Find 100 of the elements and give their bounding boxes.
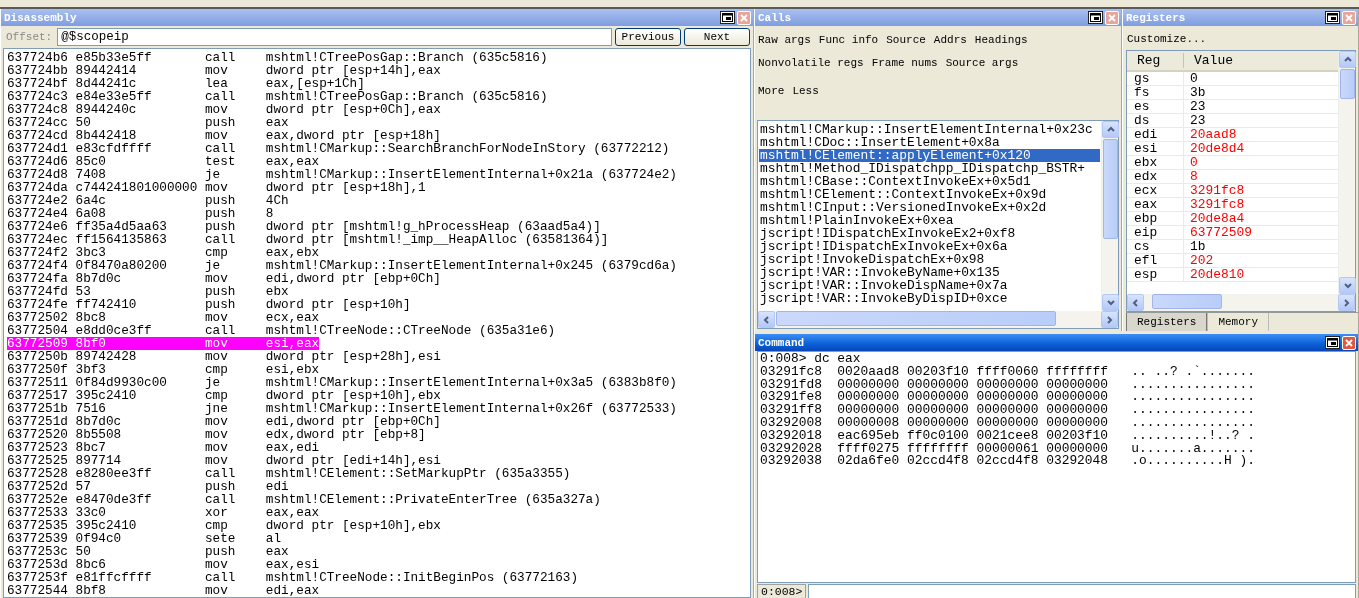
- disassembly-row[interactable]: 63772504 e8dd0ce3ff call mshtml!CTreeNode::CTreeNode (635a31e6): [7, 324, 556, 337]
- disassembly-row[interactable]: 63772533 33c0 xor eax,eax: [7, 506, 320, 519]
- disassembly-row[interactable]: 637724fe ff742410 push dword ptr [esp+10h]: [7, 298, 411, 311]
- offset-field[interactable]: @$scopeip: [57, 28, 612, 46]
- option-link[interactable]: More: [758, 85, 785, 97]
- dock-button[interactable]: [1325, 11, 1340, 24]
- disassembly-row[interactable]: 6377253f e81ffcffff call mshtml!CTreeNode::InitBeginPos (63772163): [7, 571, 578, 584]
- dock-button[interactable]: [720, 11, 735, 24]
- option-link[interactable]: Frame nums: [871, 57, 938, 69]
- bytes-cell-text: 8944240c: [75, 103, 138, 116]
- bytes-cell-text: 8b7d0c: [75, 415, 123, 428]
- disassembly-row[interactable]: 637724c3 e84e33e5ff call mshtml!CTreePosGap::Branch (635c5816): [7, 90, 548, 103]
- stack-frame[interactable]: jscript!VAR::InvokeByName+0x135: [759, 266, 1100, 279]
- disassembly-row[interactable]: 6377251b 7516 jne mshtml!CMarkup::InsertElementInternal+0x26f (63772533): [7, 402, 677, 415]
- stack-frame[interactable]: mshtml!CMarkup::InsertElementInternal+0x23c: [759, 123, 1100, 136]
- disassembly-row[interactable]: 637724bf 8d44241c lea eax,[esp+1Ch]: [7, 77, 365, 90]
- option-link[interactable]: Raw args: [758, 34, 811, 46]
- disassembly-row[interactable]: 637724b6 e85b33e5ff call mshtml!CTreePosGap::Branch (635c5816): [7, 51, 548, 64]
- stack-frame[interactable]: mshtml!Method_IDispatchpp_IDispatchp_BSTR+: [759, 162, 1100, 175]
- address-cell-text: 637724f2: [7, 246, 69, 259]
- dock-button[interactable]: [1088, 11, 1103, 24]
- close-button[interactable]: [1342, 335, 1356, 350]
- disassembly-row[interactable]: 637724d8 7408 je mshtml!CMarkup::InsertElementInternal+0x21a (637724e2): [7, 168, 677, 181]
- stack-frame[interactable]: mshtml!PlainInvokeEx+0xea: [759, 214, 1100, 227]
- disassembly-row[interactable]: 63772502 8bc8 mov ecx,eax: [7, 311, 320, 324]
- disassembly-row[interactable]: 6377253d 8bc6 mov eax,esi: [7, 558, 320, 571]
- disassembly-row[interactable]: 637724fd 53 push ebx: [7, 285, 289, 298]
- disassembly-row[interactable]: 63772528 e8280ee3ff call mshtml!CElement::SetMarkupPtr (635a3355): [7, 467, 571, 480]
- disassembly-row[interactable]: 63772511 0f84d9930c00 je mshtml!CMarkup::InsertElementInternal+0x3a5 (6383b8f0): [7, 376, 677, 389]
- disassembly-row[interactable]: 63772539 0f94c0 sete al: [7, 532, 282, 545]
- disassembly-row[interactable]: 637724f4 0f8470a80200 je mshtml!CMarkup::InsertElementInternal+0x245 (6379cd6a): [7, 259, 677, 272]
- scroll-thumb[interactable]: [1340, 69, 1355, 99]
- option-link[interactable]: Source args: [945, 57, 1019, 69]
- stack-frame[interactable]: jscript!VAR::InvokeDispName+0x7a: [759, 279, 1100, 292]
- disassembly-row[interactable]: 637724e6 ff35a4d5aa63 push dword ptr [mshtml!g_hProcessHeap (63aad5a4)]: [7, 220, 601, 233]
- bytes-cell-text: 6a4c: [75, 194, 107, 207]
- address-cell-text: 637724d8: [7, 168, 69, 181]
- customize-link[interactable]: Customize...: [1123, 26, 1211, 50]
- disassembly-row[interactable]: 63772517 395c2410 cmp dword ptr [esp+10h],ebx: [7, 389, 441, 402]
- address-cell-text: 6377253f: [7, 571, 69, 584]
- stack-frame[interactable]: jscript!IDispatchExInvokeEx2+0xf8: [759, 227, 1100, 240]
- disassembly-row[interactable]: 637724cd 8b442418 mov eax,dword ptr [esp+18h]: [7, 129, 441, 142]
- disassembly-row[interactable]: 637724c8 8944240c mov dword ptr [esp+0Ch],eax: [7, 103, 441, 116]
- column-header[interactable]: Value: [1184, 53, 1233, 68]
- disassembly-row[interactable]: 637724d6 85c0 test eax,eax: [7, 155, 320, 168]
- stack-frame[interactable]: jscript!IDispatchExInvokeEx+0x6a: [759, 240, 1100, 253]
- disassembly-row[interactable]: 637724d1 e83cfdffff call mshtml!CMarkup::SearchBranchForNodeInStory (63772212): [7, 142, 670, 155]
- stack-frame[interactable]: jscript!VAR::InvokeByDispID+0xce: [759, 292, 1100, 305]
- nav-button[interactable]: Previous: [615, 28, 681, 46]
- nav-button[interactable]: Next: [684, 28, 750, 46]
- disassembly-row[interactable]: 63772520 8b5508 mov edx,dword ptr [ebp+8]: [7, 428, 426, 441]
- disassembly-row[interactable]: 637724ec ff1564135863 call dword ptr [mshtml!_imp__HeapAlloc (63581364)]: [7, 233, 609, 246]
- dock-button[interactable]: [1325, 336, 1340, 349]
- option-link[interactable]: Func info: [818, 34, 879, 46]
- stack-frame[interactable]: mshtml!CDoc::InsertElement+0x8a: [759, 136, 1100, 149]
- disassembly-row[interactable]: 637724e2 6a4c push 4Ch: [7, 194, 289, 207]
- disassembly-row[interactable]: 63772525 897714 mov dword ptr [edi+14h],esi: [7, 454, 441, 467]
- disassembly-row[interactable]: 6377251d 8b7d0c mov edi,dword ptr [ebp+0Ch]: [7, 415, 441, 428]
- disassembly-row[interactable]: 637724fa 8b7d0c mov edi,dword ptr [ebp+0Ch]: [7, 272, 441, 285]
- disassembly-row[interactable]: 6377252e e8470de3ff call mshtml!CElement::PrivateEnterTree (635a327a): [7, 493, 601, 506]
- register-value: 20aad8: [1189, 128, 1237, 141]
- register-value: 0: [1189, 72, 1198, 85]
- disassembly-row[interactable]: 6377250b 89742428 mov dword ptr [esp+28h],esi: [7, 350, 441, 363]
- disassembly-row[interactable]: 637724da c744241801000000 mov dword ptr [esp+18h],1: [7, 181, 426, 194]
- dump-ascii: ................: [1131, 391, 1256, 405]
- disassembly-row[interactable]: 637724e4 6a08 push 8: [7, 207, 274, 220]
- disassembly-row[interactable]: 637724cc 50 push eax: [7, 116, 289, 129]
- option-link[interactable]: Less: [792, 85, 819, 97]
- disassembly-row[interactable]: 63772523 8bc7 mov eax,edi: [7, 441, 320, 454]
- column-header[interactable]: Reg: [1127, 53, 1184, 68]
- disassembly-row[interactable]: 637724f2 3bc3 cmp eax,ebx: [7, 246, 320, 259]
- dump-word: 00000000: [906, 417, 970, 430]
- stack-frame[interactable]: mshtml!CInput::VersionedInvokeEx+0x2d: [759, 201, 1100, 214]
- stack-frame[interactable]: mshtml!CElement::ContextInvokeEx+0x9d: [759, 188, 1100, 201]
- stack-frame[interactable]: mshtml!CBase::ContextInvokeEx+0x5d1: [759, 175, 1100, 188]
- disassembly-row[interactable]: 63772535 395c2410 cmp dword ptr [esp+10h],ebx: [7, 519, 441, 532]
- close-icon: [1345, 13, 1353, 22]
- horizontal-scrollbar[interactable]: [758, 311, 1118, 328]
- stack-frame[interactable]: mshtml!CElement::applyElement+0x120: [759, 149, 1100, 162]
- scroll-thumb[interactable]: [1103, 139, 1118, 239]
- option-link[interactable]: Nonvolatile regs: [758, 57, 864, 69]
- option-link[interactable]: Source: [886, 34, 926, 46]
- option-link[interactable]: Addrs: [933, 34, 967, 46]
- disassembly-row[interactable]: 6377253c 50 push eax: [7, 545, 289, 558]
- horizontal-scrollbar[interactable]: [1127, 294, 1355, 311]
- option-link[interactable]: Headings: [974, 34, 1028, 46]
- disassembly-row[interactable]: 6377252d 57 push edi: [7, 480, 289, 493]
- vertical-scrollbar[interactable]: [1101, 121, 1118, 311]
- scroll-thumb[interactable]: [1152, 294, 1222, 309]
- bytes-cell-text: 50: [75, 116, 92, 129]
- stack-frame[interactable]: jscript!InvokeDispatchEx+0x98: [759, 253, 1100, 266]
- address-cell-text: 637724b6: [7, 51, 69, 64]
- address-cell-text: 637724fe: [7, 298, 69, 311]
- vertical-scrollbar[interactable]: [1338, 51, 1355, 294]
- disassembly-row[interactable]: 6377250f 3bf3 cmp esi,ebx: [7, 363, 320, 376]
- command-input[interactable]: [808, 584, 1356, 598]
- address-cell-text: 637724e2: [7, 194, 69, 207]
- scroll-thumb[interactable]: [776, 311, 1056, 326]
- disassembly-row[interactable]: 63772544 8bf8 mov edi,eax: [7, 584, 320, 597]
- disassembly-row[interactable]: 637724bb 89442414 mov dword ptr [esp+14h],eax: [7, 64, 441, 77]
